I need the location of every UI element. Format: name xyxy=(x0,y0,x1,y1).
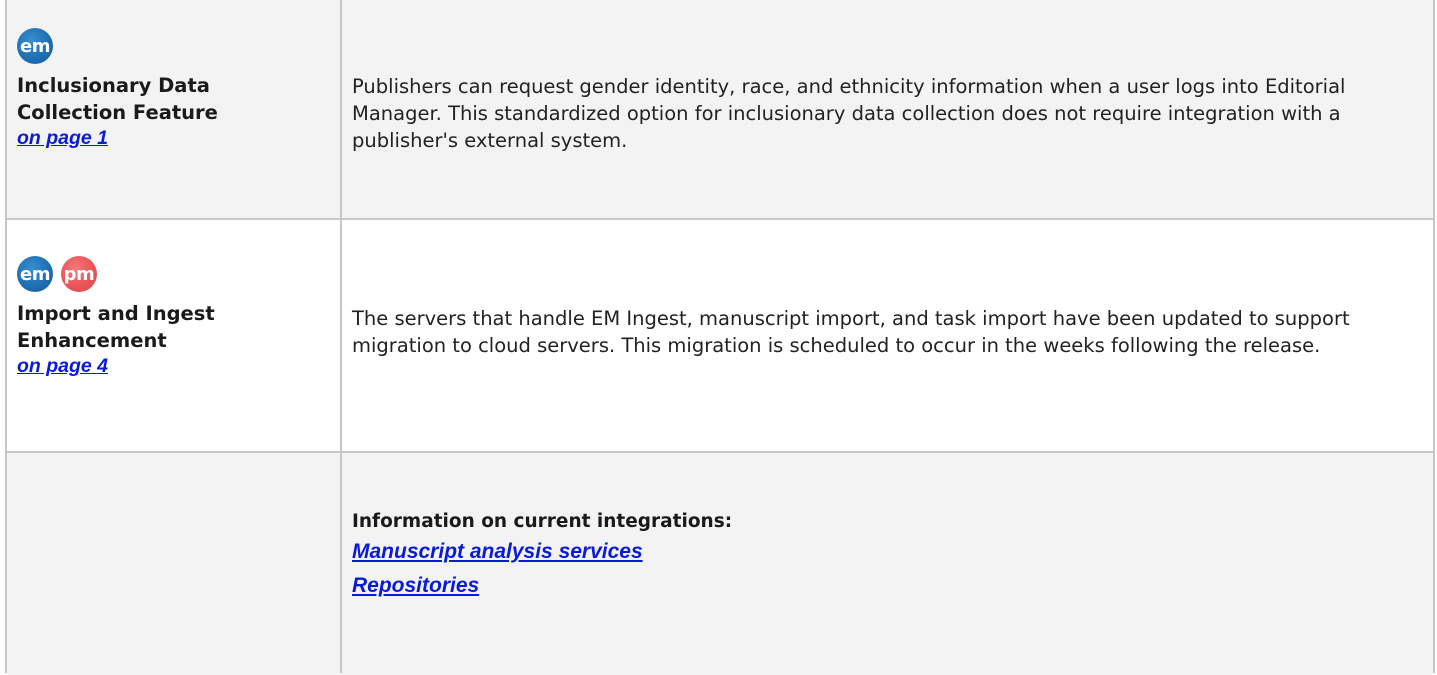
feature-cell: em pm Import and Ingest Enhancement on p… xyxy=(7,220,340,451)
page-link[interactable]: on page 1 xyxy=(17,126,108,150)
em-badge-icon: em xyxy=(17,256,53,292)
feature-description: The servers that handle EM Ingest, manus… xyxy=(352,307,1350,357)
feature-description: Publishers can request gender identity, … xyxy=(352,75,1346,152)
column-divider xyxy=(340,0,342,673)
repositories-link[interactable]: Repositories xyxy=(352,573,479,599)
page-link[interactable]: on page 4 xyxy=(17,354,108,378)
table-row: Information on current integrations: Man… xyxy=(7,453,1433,675)
feature-title: Inclusionary Data Collection Feature xyxy=(17,74,218,124)
integrations-cell: Information on current integrations: Man… xyxy=(342,453,1433,675)
manuscript-analysis-link[interactable]: Manuscript analysis services xyxy=(352,539,643,565)
table-row: em pm Import and Ingest Enhancement on p… xyxy=(7,220,1433,453)
empty-cell xyxy=(7,453,340,675)
pm-badge-icon: pm xyxy=(61,256,97,292)
table-row: em Inclusionary Data Collection Feature … xyxy=(7,0,1433,220)
description-cell: Publishers can request gender identity, … xyxy=(342,0,1433,218)
integrations-heading: Information on current integrations: xyxy=(352,511,733,532)
product-badges: em pm xyxy=(17,256,340,292)
description-cell: The servers that handle EM Ingest, manus… xyxy=(342,220,1433,451)
product-badges: em xyxy=(17,28,340,64)
feature-cell: em Inclusionary Data Collection Feature … xyxy=(7,0,340,218)
em-badge-icon: em xyxy=(17,28,53,64)
feature-title: Import and Ingest Enhancement xyxy=(17,302,215,352)
feature-table: em Inclusionary Data Collection Feature … xyxy=(5,0,1435,675)
